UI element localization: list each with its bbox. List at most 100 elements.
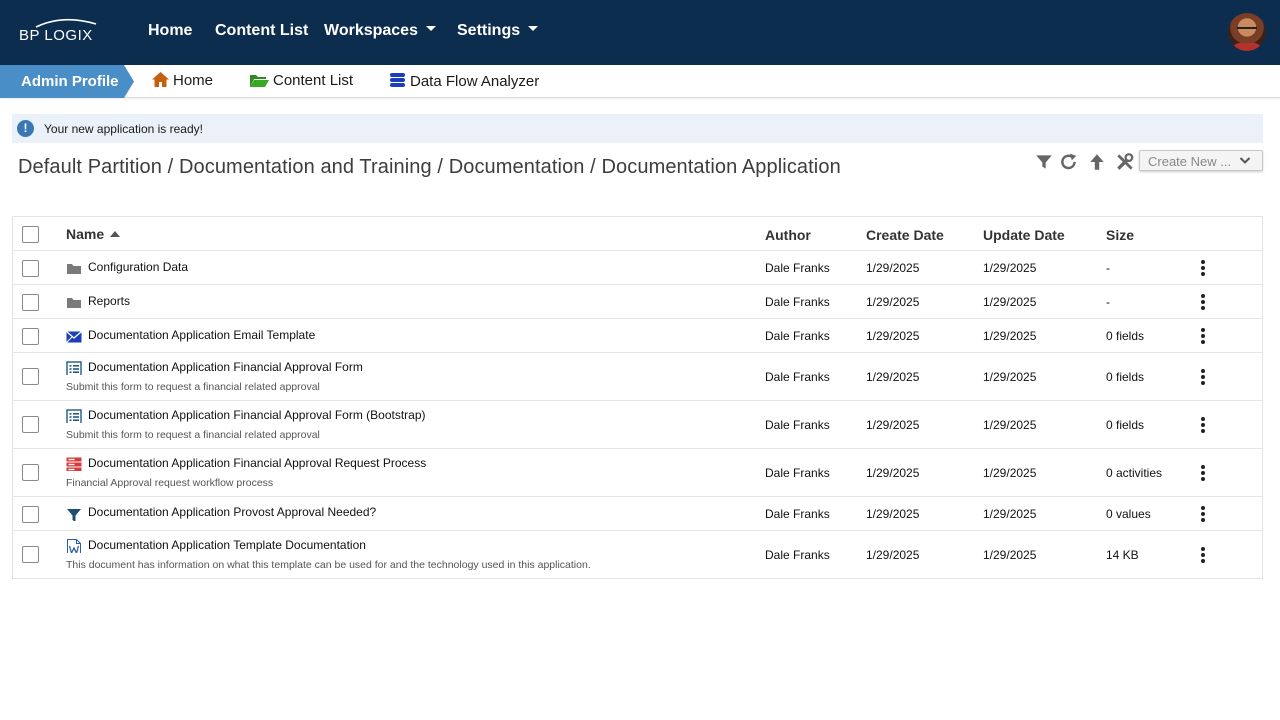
more-options-icon[interactable]: [1196, 327, 1210, 345]
create-date-cell: 1/29/2025: [866, 295, 920, 309]
subnav-home[interactable]: Home: [152, 72, 213, 89]
create-new-dropdown[interactable]: Create New ...: [1139, 150, 1263, 171]
create-date-cell: 1/29/2025: [866, 370, 920, 384]
item-name-link[interactable]: Documentation Application Financial Appr…: [88, 456, 426, 470]
subnav-content-list[interactable]: Content List: [250, 72, 353, 89]
table-row[interactable]: Documentation Application Template Docum…: [13, 531, 1262, 578]
size-cell: -: [1106, 295, 1110, 309]
user-avatar[interactable]: [1228, 13, 1266, 51]
author-cell: Dale Franks: [765, 261, 830, 275]
info-banner: ! Your new application is ready!: [12, 114, 1263, 143]
table-header-row: Name Author Create Date Update Date Size: [13, 217, 1262, 251]
author-cell: Dale Franks: [765, 329, 830, 343]
chevron-down-icon: [1239, 157, 1251, 164]
column-update-date-header[interactable]: Update Date: [983, 227, 1065, 243]
avatar-glasses: [1237, 27, 1257, 31]
item-name-link[interactable]: Documentation Application Financial Appr…: [88, 360, 363, 374]
top-navbar: BP LOGIX Home Content List Workspaces Se…: [0, 0, 1280, 65]
rule-filter-icon: [67, 509, 81, 521]
column-create-date-header[interactable]: Create Date: [866, 227, 944, 243]
row-checkbox[interactable]: [22, 506, 39, 523]
sort-ascending-icon: [110, 231, 121, 237]
more-options-icon[interactable]: [1196, 368, 1210, 386]
create-date-cell: 1/29/2025: [866, 466, 920, 480]
word-document-icon: [67, 539, 81, 553]
row-checkbox[interactable]: [22, 416, 39, 433]
create-date-cell: 1/29/2025: [866, 548, 920, 562]
nav-workspaces-label: Workspaces: [324, 22, 418, 39]
nav-home[interactable]: Home: [148, 22, 192, 40]
nav-workspaces[interactable]: Workspaces: [324, 22, 436, 40]
bplogix-logo[interactable]: BP LOGIX: [18, 18, 108, 46]
row-checkbox[interactable]: [22, 546, 39, 563]
column-author-header[interactable]: Author: [765, 227, 811, 243]
more-options-icon[interactable]: [1196, 464, 1210, 482]
item-name-link[interactable]: Documentation Application Provost Approv…: [88, 505, 376, 519]
item-name-link[interactable]: Documentation Application Email Template: [88, 328, 315, 342]
admin-profile-tab[interactable]: Admin Profile: [0, 65, 134, 98]
item-name-link[interactable]: Configuration Data: [88, 260, 188, 274]
row-checkbox[interactable]: [22, 464, 39, 481]
update-date-cell: 1/29/2025: [983, 370, 1037, 384]
more-options-icon[interactable]: [1196, 505, 1210, 523]
folder-icon: [67, 264, 81, 274]
table-row[interactable]: Configuration Data Dale Franks 1/29/2025…: [13, 251, 1262, 285]
item-name-link[interactable]: Reports: [88, 294, 130, 308]
size-cell: 14 KB: [1106, 548, 1139, 562]
row-checkbox[interactable]: [22, 294, 39, 311]
upload-icon[interactable]: [1087, 152, 1107, 172]
item-description: This document has information on what th…: [66, 559, 591, 571]
update-date-cell: 1/29/2025: [983, 466, 1037, 480]
table-row[interactable]: Documentation Application Financial Appr…: [13, 401, 1262, 449]
tools-icon[interactable]: [1115, 152, 1135, 172]
update-date-cell: 1/29/2025: [983, 261, 1037, 275]
table-row[interactable]: Documentation Application Financial Appr…: [13, 353, 1262, 401]
size-cell: 0 fields: [1106, 370, 1145, 384]
logo-text: BP LOGIX: [19, 27, 93, 44]
table-row[interactable]: Documentation Application Financial Appr…: [13, 449, 1262, 497]
column-name-header[interactable]: Name: [66, 226, 121, 242]
folder-icon: [67, 298, 81, 308]
filter-icon[interactable]: [1034, 152, 1054, 172]
caret-down-icon: [528, 26, 539, 32]
item-name-link[interactable]: Documentation Application Financial Appr…: [88, 408, 426, 422]
table-row[interactable]: Documentation Application Provost Approv…: [13, 497, 1262, 531]
author-cell: Dale Franks: [765, 507, 830, 521]
row-checkbox[interactable]: [22, 328, 39, 345]
nav-settings-label: Settings: [457, 22, 521, 39]
breadcrumb[interactable]: Default Partition / Documentation and Tr…: [18, 156, 841, 179]
row-checkbox[interactable]: [22, 260, 39, 277]
subnav-data-flow-analyzer[interactable]: Data Flow Analyzer: [389, 72, 539, 90]
avatar-shirt: [1232, 43, 1262, 51]
subnav-content-list-label: Content List: [273, 72, 354, 89]
update-date-cell: 1/29/2025: [983, 548, 1037, 562]
row-checkbox[interactable]: [22, 368, 39, 385]
size-cell: -: [1106, 261, 1110, 275]
column-size-header[interactable]: Size: [1106, 227, 1134, 243]
form-icon: [66, 409, 82, 423]
item-description: Submit this form to request a financial …: [66, 381, 320, 393]
author-cell: Dale Franks: [765, 548, 830, 562]
table-row[interactable]: Documentation Application Email Template…: [13, 319, 1262, 353]
column-name-label: Name: [66, 226, 105, 242]
database-icon: [390, 73, 405, 87]
item-name-link[interactable]: Documentation Application Template Docum…: [88, 538, 366, 552]
update-date-cell: 1/29/2025: [983, 418, 1037, 432]
info-icon: !: [17, 120, 34, 137]
admin-profile-label: Admin Profile: [21, 73, 119, 90]
refresh-icon[interactable]: [1059, 152, 1079, 172]
more-options-icon[interactable]: [1196, 293, 1210, 311]
home-icon: [152, 72, 169, 87]
more-options-icon[interactable]: [1196, 259, 1210, 277]
nav-content-list-label: Content List: [215, 22, 309, 39]
select-all-checkbox[interactable]: [22, 226, 39, 243]
author-cell: Dale Franks: [765, 370, 830, 384]
subnav-data-flow-analyzer-label: Data Flow Analyzer: [410, 73, 540, 90]
update-date-cell: 1/29/2025: [983, 507, 1037, 521]
nav-content-list[interactable]: Content List: [215, 22, 308, 40]
table-row[interactable]: Reports Dale Franks 1/29/2025 1/29/2025 …: [13, 285, 1262, 319]
more-options-icon[interactable]: [1196, 416, 1210, 434]
more-options-icon[interactable]: [1196, 546, 1210, 564]
create-date-cell: 1/29/2025: [866, 507, 920, 521]
nav-settings[interactable]: Settings: [457, 22, 539, 40]
